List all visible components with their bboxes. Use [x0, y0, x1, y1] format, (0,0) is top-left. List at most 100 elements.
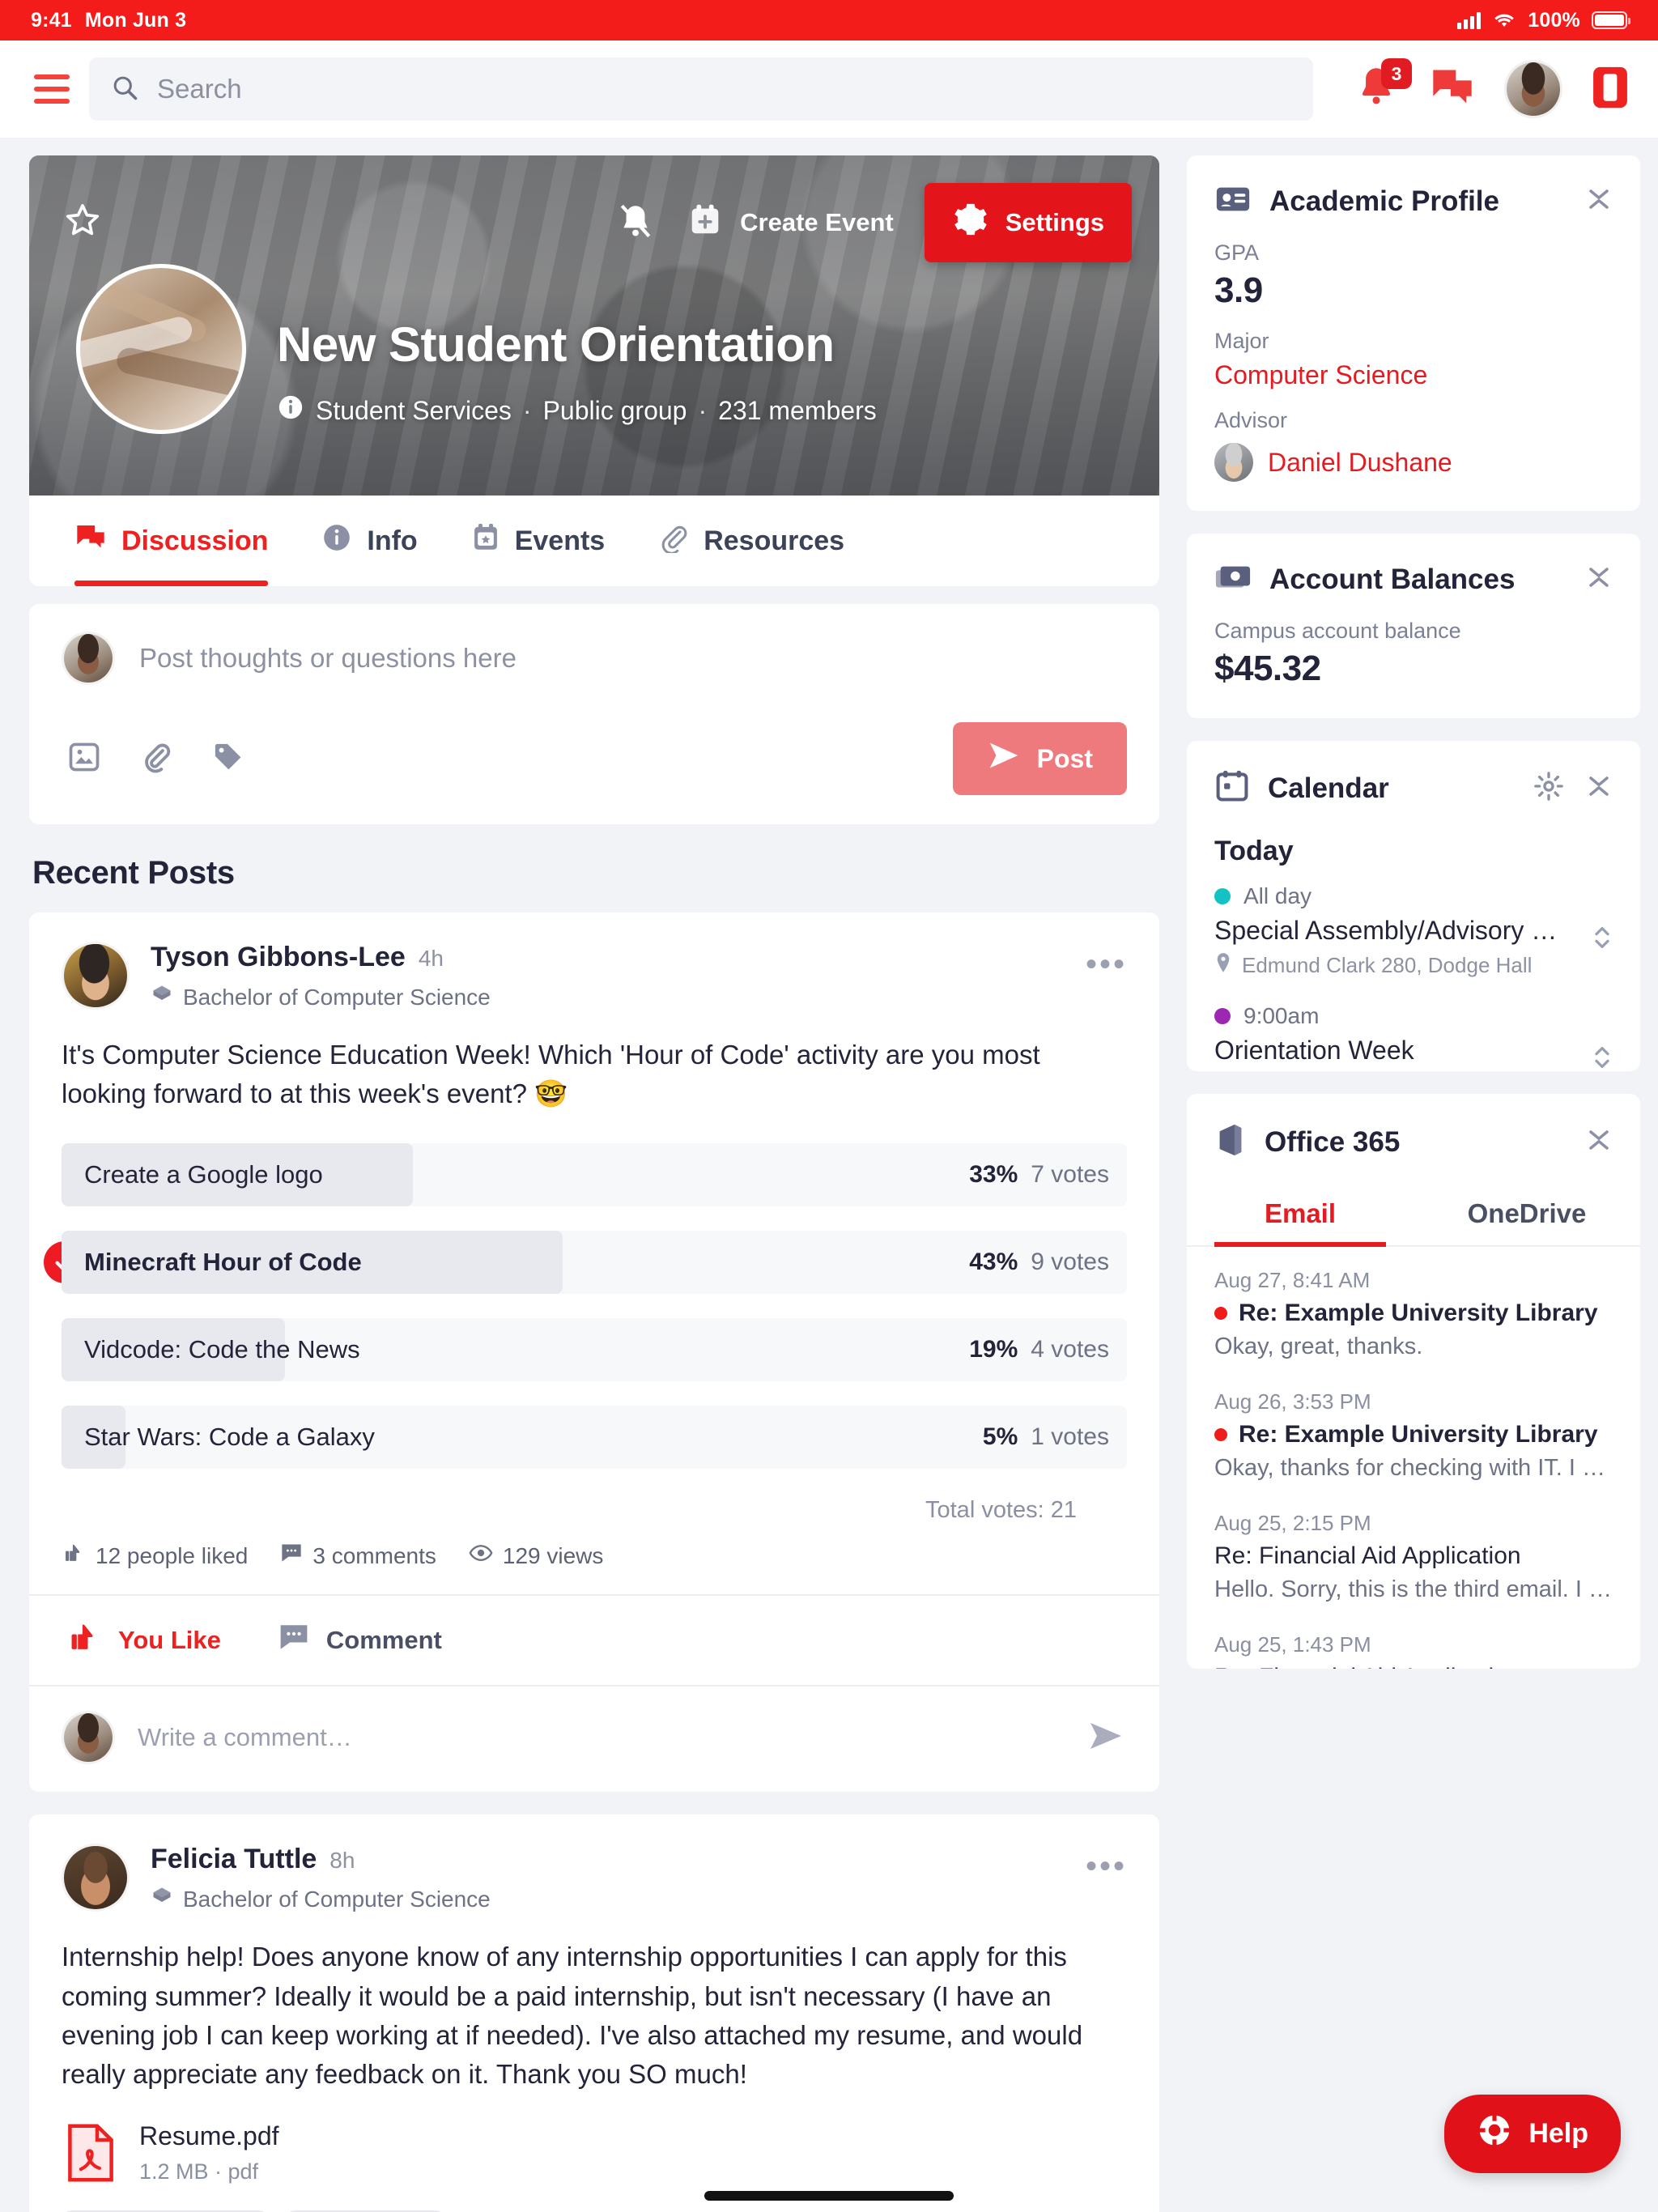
gear-icon [952, 201, 989, 245]
post-program-label: Bachelor of Computer Science [183, 984, 491, 1010]
post-attachment[interactable]: Resume.pdf 1.2 MB · pdf [29, 2094, 1159, 2184]
search-input[interactable]: Search [89, 57, 1313, 121]
post-comments-stat[interactable]: 3 comments [280, 1542, 436, 1569]
attachment-meta: 1.2 MB · pdf [139, 2159, 259, 2184]
post-author[interactable]: Tyson Gibbons-Lee 4h [151, 942, 491, 973]
mute-notifications-icon[interactable] [615, 201, 656, 245]
post-button[interactable]: Post [952, 722, 1127, 795]
list-item[interactable]: Aug 25, 2:15 PM Re: Financial Aid Applic… [1214, 1511, 1613, 1603]
like-button[interactable]: You Like [68, 1620, 221, 1661]
avatar[interactable] [62, 942, 130, 1010]
post-more-menu[interactable]: ••• [1086, 1844, 1127, 1882]
tab-resources[interactable]: Resources [658, 496, 869, 586]
avatar[interactable] [1504, 60, 1562, 118]
content-area: Create Event Settings New Student Orient… [0, 138, 1658, 2212]
email-date: Aug 27, 8:41 AM [1214, 1268, 1371, 1292]
unread-dot-icon [1214, 1307, 1227, 1320]
calendar-icon [1214, 768, 1250, 808]
poll-option[interactable]: Minecraft Hour of Code 43% 9 votes [44, 1223, 1127, 1301]
poll-option[interactable]: Star Wars: Code a Galaxy 5% 1 votes [62, 1398, 1127, 1476]
poll-option-percent: 19% [969, 1336, 1018, 1363]
battery-percent: 100% [1528, 8, 1580, 32]
resources-icon [658, 522, 689, 560]
attachment-name: Resume.pdf [139, 2121, 279, 2151]
menu-icon[interactable] [29, 71, 71, 107]
collapse-icon[interactable] [1585, 1124, 1613, 1160]
major-value[interactable]: Computer Science [1214, 360, 1613, 390]
app-bar: Search 3 [0, 40, 1658, 138]
comment-composer[interactable]: Write a comment… [29, 1687, 1159, 1792]
email-date: Aug 25, 1:43 PM [1214, 1632, 1371, 1657]
create-event-button[interactable]: Create Event [680, 193, 900, 253]
composer-input-row[interactable]: Post thoughts or questions here [62, 632, 1127, 685]
email-list: Aug 27, 8:41 AM Re: Example University L… [1187, 1247, 1640, 1669]
degree-icon [151, 1885, 173, 1913]
card-title: Calendar [1268, 772, 1389, 804]
avatar [1214, 443, 1253, 482]
tab-onedrive[interactable]: OneDrive [1414, 1184, 1640, 1245]
attachment-icon[interactable] [139, 739, 173, 779]
messages-button[interactable] [1430, 66, 1475, 113]
comment-button[interactable]: Comment [278, 1623, 442, 1658]
tab-email[interactable]: Email [1187, 1184, 1414, 1247]
calendar-event[interactable]: All day Special Assembly/Advisory Sched…… [1214, 883, 1613, 979]
advisor-row[interactable]: Daniel Dushane [1214, 443, 1613, 482]
calendar-plus-icon [687, 201, 724, 245]
calendar-event-when-row: 9:00am [1214, 1003, 1613, 1029]
post-more-menu[interactable]: ••• [1086, 942, 1127, 981]
poll-option-label: Star Wars: Code a Galaxy [84, 1423, 375, 1452]
office-icon [1214, 1121, 1247, 1163]
poll-option-label: Minecraft Hour of Code [84, 1248, 362, 1277]
poll-option[interactable]: Create a Google logo 33% 7 votes [62, 1136, 1127, 1214]
tab-events[interactable]: Events [471, 496, 630, 586]
gpa-label: GPA [1214, 240, 1260, 265]
image-icon[interactable] [66, 739, 102, 779]
card-office365: Office 365 Email OneDrive Aug 27, 8:41 A… [1187, 1094, 1640, 1669]
settings-button[interactable]: Settings [924, 183, 1132, 262]
calendar-event[interactable]: 9:00am Orientation Week 1015 Philadelphi… [1214, 1003, 1613, 1071]
collapse-icon[interactable] [1585, 770, 1613, 806]
tag-icon[interactable] [210, 739, 246, 779]
list-item[interactable]: Aug 25, 1:43 PM Re: Financial Aid Applic… [1214, 1632, 1613, 1669]
comment-icon [278, 1623, 310, 1658]
settings-label: Settings [1005, 208, 1104, 236]
list-item[interactable]: Aug 27, 8:41 AM Re: Example University L… [1214, 1268, 1613, 1360]
right-panel-toggle-icon[interactable] [1592, 65, 1629, 114]
tab-discussion[interactable]: Discussion [74, 496, 292, 586]
send-icon[interactable] [1086, 1718, 1127, 1758]
post-header: Felicia Tuttle 8h Bachelor of Computer S… [29, 1814, 1159, 1913]
list-item[interactable]: Aug 26, 3:53 PM Re: Example University L… [1214, 1389, 1613, 1482]
cellular-signal-icon [1457, 11, 1482, 29]
post-actions: You Like Comment [29, 1596, 1159, 1685]
wifi-icon [1492, 11, 1516, 29]
collapse-icon[interactable] [1585, 561, 1613, 598]
email-date: Aug 26, 3:53 PM [1214, 1389, 1371, 1414]
post-author[interactable]: Felicia Tuttle 8h [151, 1844, 491, 1875]
calendar-day-heading: Today [1214, 836, 1294, 866]
tab-info[interactable]: Info [321, 496, 441, 586]
favorite-star-icon[interactable] [62, 200, 104, 246]
notifications-button[interactable]: 3 [1355, 58, 1412, 113]
post-author-program: Bachelor of Computer Science [151, 1885, 491, 1913]
expand-event-icon[interactable] [1592, 921, 1613, 955]
expand-event-icon[interactable] [1592, 1040, 1613, 1071]
card-title: Account Balances [1269, 563, 1516, 595]
calendar-event-title: Orientation Week [1214, 1036, 1414, 1065]
calendar-event-time: 9:00am [1244, 1003, 1320, 1028]
post-likes-stat[interactable]: 12 people liked [63, 1542, 248, 1570]
events-icon [471, 521, 500, 561]
group-tabs: Discussion Info Events Resources [29, 496, 1159, 586]
card-header: Calendar [1187, 741, 1640, 808]
poll-option-label: Vidcode: Code the News [84, 1335, 360, 1364]
discussion-icon [74, 522, 107, 560]
help-button[interactable]: Help [1444, 2095, 1621, 2173]
gear-icon[interactable] [1533, 771, 1564, 806]
poll-option[interactable]: Vidcode: Code the News 19% 4 votes [62, 1311, 1127, 1389]
avatar[interactable] [62, 1844, 130, 1912]
collapse-icon[interactable] [1585, 183, 1613, 219]
major-label: Major [1214, 329, 1269, 353]
email-subject-row: Re: Financial Aid Application [1214, 1542, 1613, 1570]
card-title: Office 365 [1265, 1125, 1401, 1158]
email-preview: Hello. Sorry, this is the third email. I… [1214, 1576, 1613, 1602]
avatar [62, 632, 115, 685]
